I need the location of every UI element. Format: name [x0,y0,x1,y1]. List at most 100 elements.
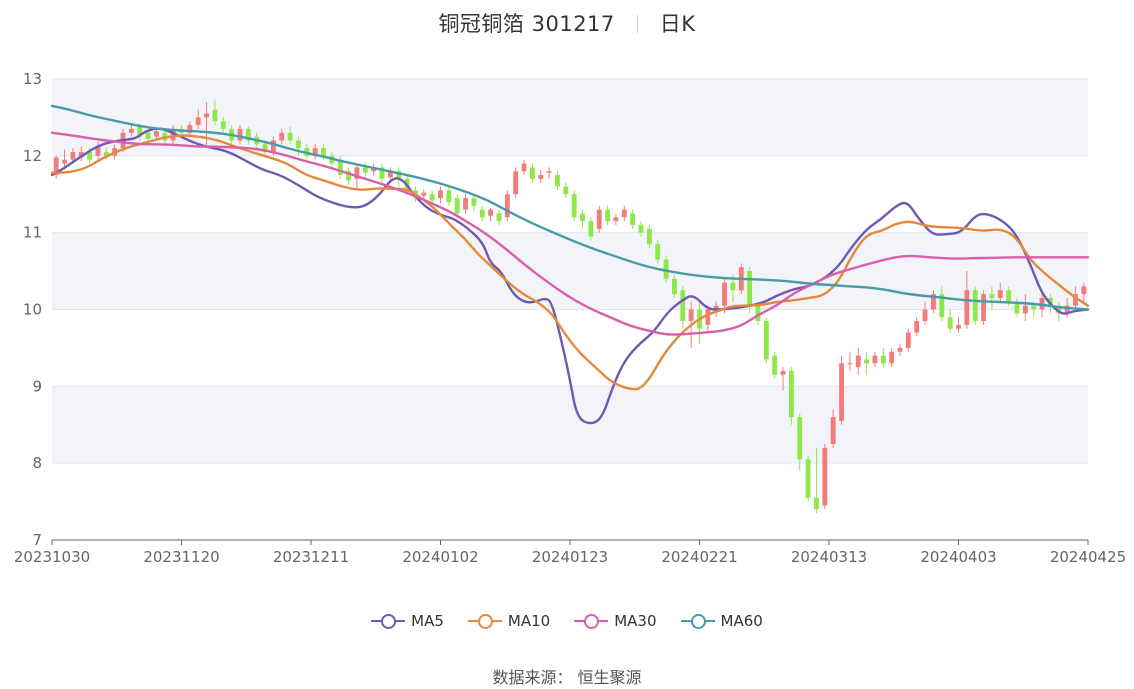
candle-body [362,167,368,173]
candle-body [220,121,226,129]
candle-body [438,190,443,199]
candle-body [296,140,301,149]
candle-body [922,309,928,322]
y-tick-label: 11 [23,224,42,242]
y-tick-label: 10 [23,301,42,319]
candle-body [705,309,711,325]
legend-item-ma10[interactable]: MA10 [467,612,551,630]
candle-body [897,347,903,352]
candle-body [538,175,544,179]
candle-body [905,332,911,348]
candle-body [596,209,602,229]
legend-label: MA10 [507,612,551,630]
candle-body [788,370,794,418]
candle-body [546,171,552,173]
candle-body [287,132,293,141]
y-tick-label: 7 [32,531,42,549]
candle-body [471,198,477,206]
y-tick-label: 8 [32,454,42,472]
legend-marker-icon [574,613,609,629]
candle-body [204,113,209,118]
grid-band [52,386,1088,464]
candle-body [772,355,778,375]
candle-body [864,359,870,364]
candle-body [630,213,636,225]
legend-label: MA60 [720,612,763,630]
candle-body [814,497,819,510]
candle-body [747,271,753,306]
x-tick-label: 20240313 [791,548,867,566]
x-tick-label: 20231211 [273,548,349,566]
candle-body [997,290,1003,298]
legend-item-ma30[interactable]: MA30 [574,612,657,630]
candle-body [70,151,76,160]
candle-body [797,417,803,460]
legend-marker-icon [371,613,406,629]
candle-body [479,209,485,218]
candle-body [454,198,460,214]
candle-body [529,167,535,179]
y-tick-label: 9 [32,377,42,395]
candle-body [830,417,836,444]
legend-item-ma5[interactable]: MA5 [371,612,444,630]
chart-legend: MA5 MA10 MA30 MA60 [0,612,1134,630]
candle-body [981,294,986,322]
grid-band [52,79,1088,156]
legend-circle [584,614,600,629]
legend-label: MA5 [411,612,444,630]
candle-body [513,171,519,195]
candle-body [972,290,978,322]
legend-marker-icon [467,613,502,629]
candle-body [571,194,577,218]
candle-body [555,175,560,187]
x-tick-label: 20231030 [14,548,90,566]
candle-body [128,128,134,133]
candle-body [947,317,953,329]
legend-circle [381,614,397,629]
candle-body [680,290,686,322]
candle-body [780,370,786,375]
x-tick-label: 20240221 [661,548,737,566]
candle-body [496,213,502,222]
candle-body [655,244,661,260]
candle-body [880,355,886,364]
candle-body [722,282,727,306]
x-tick-label: 20240123 [532,548,608,566]
legend-circle [477,614,493,629]
y-tick-label: 12 [23,147,42,165]
kline-chart: 13 12 11 10 9 8 720231030 20231120 20231211 20240… [14,70,1126,566]
candle-body [521,163,527,172]
candle-body [1006,290,1012,302]
candle-body [212,109,218,122]
candle-body [279,132,285,141]
candle-body [822,447,828,506]
candle-body [421,192,427,196]
candle-body [889,351,895,364]
candle-body [855,355,861,368]
candle-body [237,128,243,141]
candle-body [989,294,995,298]
candle-body [638,224,644,233]
candle-body [321,148,326,156]
candle-body [446,190,452,202]
y-tick-label: 13 [23,70,42,88]
candle-body [563,186,569,195]
candle-body [672,278,677,295]
candle-body [956,324,961,329]
candle-body [914,321,920,333]
legend-item-ma60[interactable]: MA60 [680,612,763,630]
candle-body [613,217,619,222]
candle-body [872,355,878,364]
candle-body [847,363,853,365]
candle-body [688,309,694,322]
candle-body [270,140,276,152]
candle-body [730,282,736,291]
candle-body [763,321,769,360]
candle-body [488,209,494,216]
candle-body [839,363,844,421]
candle-body [463,198,468,210]
candle-body [1081,286,1087,295]
candle-body [154,131,159,137]
candle-body [1031,305,1037,310]
legend-label: MA30 [614,612,657,630]
